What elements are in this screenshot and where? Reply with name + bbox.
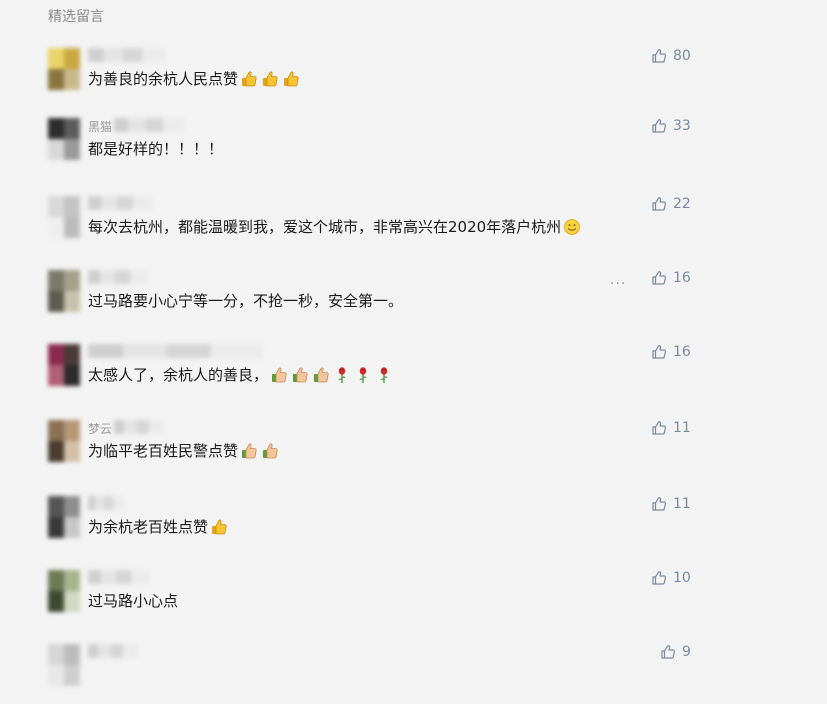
comment-text: 为余杭老百姓点赞 bbox=[88, 516, 231, 539]
like-button[interactable]: 10 bbox=[651, 568, 691, 588]
thumbs-up-light-icon bbox=[291, 366, 309, 384]
like-button[interactable]: 16 bbox=[651, 342, 691, 362]
avatar[interactable] bbox=[48, 496, 80, 538]
nickname-mosaic bbox=[88, 496, 124, 510]
comment-text-content: 为善良的余杭人民点赞 bbox=[88, 70, 239, 88]
comment-text-content: 过马路小心点 bbox=[88, 592, 179, 610]
nickname-mosaic bbox=[88, 48, 166, 62]
nickname-mosaic bbox=[114, 420, 164, 434]
comment-item: 梦云为临平老百姓民警点赞 11 bbox=[0, 420, 827, 480]
emoji-strip bbox=[240, 69, 303, 91]
avatar[interactable] bbox=[48, 48, 80, 90]
like-button[interactable]: 9 bbox=[660, 642, 691, 662]
emoji-strip bbox=[240, 441, 282, 463]
thumbs-up-light-icon bbox=[261, 442, 279, 460]
comment-item: 过马路小心点 10 bbox=[0, 570, 827, 630]
like-icon bbox=[651, 118, 667, 134]
comment-item: 每次去杭州，都能温暖到我，爱这个城市，非常高兴在2020年落户杭州 22 bbox=[0, 196, 827, 256]
avatar[interactable] bbox=[48, 196, 80, 238]
comment-item: 太感人了，余杭人的善良， 16 bbox=[0, 344, 827, 404]
comment-text-content: 为临平老百姓民警点赞 bbox=[88, 442, 239, 460]
comment-text-content: 太感人了，余杭人的善良， bbox=[88, 366, 269, 384]
slightly-smiling-face-icon bbox=[563, 218, 581, 236]
thumbs-up-icon bbox=[261, 70, 279, 88]
rose-icon bbox=[375, 366, 393, 384]
nickname-mosaic bbox=[88, 196, 152, 210]
emoji-strip bbox=[210, 517, 231, 539]
like-button[interactable]: 11 bbox=[651, 418, 691, 438]
comment-text: 为临平老百姓民警点赞 bbox=[88, 440, 282, 463]
comment-text-content: 过马路要小心宁等一分，不抢一秒，安全第一。 bbox=[88, 292, 404, 310]
nickname: 梦云 bbox=[88, 422, 113, 434]
comment-text: 为善良的余杭人民点赞 bbox=[88, 68, 303, 91]
like-icon bbox=[651, 420, 667, 436]
comment-text-content: 为余杭老百姓点赞 bbox=[88, 518, 209, 536]
like-count: 11 bbox=[673, 496, 691, 512]
nickname-mosaic bbox=[88, 570, 150, 584]
comment-item: 9 bbox=[0, 644, 827, 704]
thumbs-up-icon bbox=[282, 70, 300, 88]
nickname-mosaic bbox=[88, 344, 263, 358]
like-icon bbox=[651, 570, 667, 586]
like-count: 10 bbox=[673, 570, 691, 586]
section-title: 精选留言 bbox=[48, 9, 104, 25]
thumbs-up-light-icon bbox=[240, 442, 258, 460]
like-count: 11 bbox=[673, 420, 691, 436]
like-count: 80 bbox=[673, 48, 691, 64]
like-button[interactable]: 16 bbox=[651, 268, 691, 288]
comment-text-content: 都是好样的！！！！ bbox=[88, 140, 224, 158]
like-icon bbox=[651, 344, 667, 360]
comment-text: 过马路要小心宁等一分，不抢一秒，安全第一。 bbox=[88, 290, 403, 312]
like-icon bbox=[651, 270, 667, 286]
comment-item: 黑猫都是好样的！！！！ 33 bbox=[0, 118, 827, 178]
emoji-strip bbox=[563, 217, 584, 239]
like-count: 16 bbox=[673, 344, 691, 360]
nickname-mosaic bbox=[88, 270, 148, 284]
comment-text: 过马路小心点 bbox=[88, 590, 178, 612]
rose-icon bbox=[333, 366, 351, 384]
like-count: 16 bbox=[673, 270, 691, 286]
thumbs-up-icon bbox=[240, 70, 258, 88]
like-button[interactable]: 22 bbox=[651, 194, 691, 214]
avatar[interactable] bbox=[48, 270, 80, 312]
like-count: 33 bbox=[673, 118, 691, 134]
avatar[interactable] bbox=[48, 570, 80, 612]
thumbs-up-icon bbox=[210, 518, 228, 536]
avatar[interactable] bbox=[48, 644, 80, 686]
comment-item: 过马路要小心宁等一分，不抢一秒，安全第一。 16 ··· bbox=[0, 270, 827, 330]
like-icon bbox=[651, 48, 667, 64]
like-button[interactable]: 11 bbox=[651, 494, 691, 514]
like-icon bbox=[651, 496, 667, 512]
avatar[interactable] bbox=[48, 118, 80, 160]
like-count: 9 bbox=[682, 644, 691, 660]
emoji-strip bbox=[270, 365, 396, 387]
like-icon bbox=[651, 196, 667, 212]
comment-text: 每次去杭州，都能温暖到我，爱这个城市，非常高兴在2020年落户杭州 bbox=[88, 216, 584, 239]
nickname-mosaic bbox=[114, 118, 184, 132]
like-count: 22 bbox=[673, 196, 691, 212]
comment-text: 都是好样的！！！！ bbox=[88, 138, 223, 160]
avatar[interactable] bbox=[48, 420, 80, 462]
comment-text: 太感人了，余杭人的善良， bbox=[88, 364, 396, 387]
comment-text-content: 每次去杭州，都能温暖到我，爱这个城市，非常高兴在2020年落户杭州 bbox=[88, 218, 562, 236]
like-button[interactable]: 33 bbox=[651, 116, 691, 136]
comment-item: 为余杭老百姓点赞 11 bbox=[0, 496, 827, 556]
nickname: 黑猫 bbox=[88, 120, 113, 132]
nickname-mosaic bbox=[88, 644, 138, 658]
like-icon bbox=[660, 644, 676, 660]
avatar[interactable] bbox=[48, 344, 80, 386]
like-button[interactable]: 80 bbox=[651, 46, 691, 66]
rose-icon bbox=[354, 366, 372, 384]
thumbs-up-light-icon bbox=[312, 366, 330, 384]
comment-item: 为善良的余杭人民点赞 80 bbox=[0, 48, 827, 108]
thumbs-up-light-icon bbox=[270, 366, 288, 384]
more-options-button[interactable]: ··· bbox=[610, 276, 626, 292]
